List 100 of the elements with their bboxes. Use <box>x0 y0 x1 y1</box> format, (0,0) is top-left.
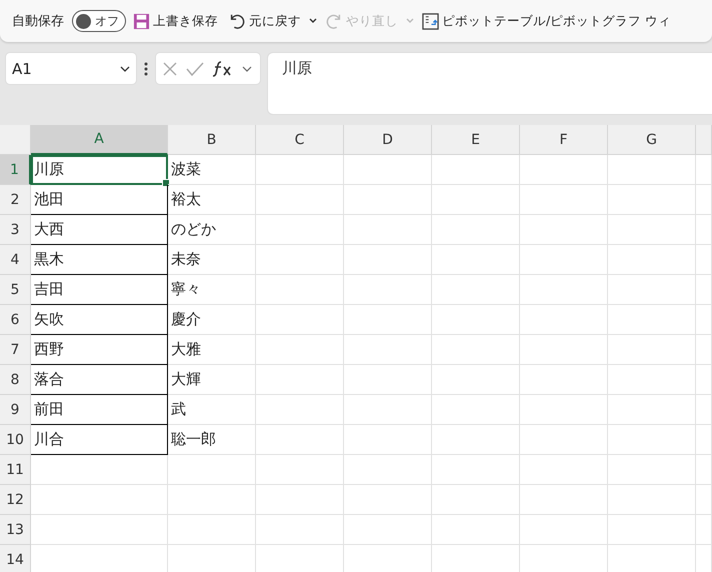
empty-cell[interactable] <box>344 365 432 395</box>
empty-cell[interactable] <box>168 515 256 545</box>
empty-cell[interactable] <box>520 245 608 275</box>
undo-button[interactable]: 元に戻す <box>225 6 304 36</box>
empty-cell[interactable] <box>344 275 432 305</box>
empty-cell[interactable] <box>344 305 432 335</box>
empty-cell[interactable] <box>432 395 520 425</box>
row-header[interactable]: 1 <box>0 155 31 185</box>
empty-cell[interactable] <box>432 275 520 305</box>
empty-cell[interactable] <box>520 425 608 455</box>
empty-cell[interactable] <box>344 515 432 545</box>
empty-cell[interactable] <box>696 425 712 455</box>
empty-cell[interactable] <box>256 305 344 335</box>
empty-cell[interactable] <box>608 455 696 485</box>
empty-cell[interactable] <box>432 455 520 485</box>
empty-cell[interactable] <box>696 485 712 515</box>
row-header[interactable]: 11 <box>0 455 31 485</box>
empty-cell[interactable] <box>432 185 520 215</box>
empty-cell[interactable] <box>344 455 432 485</box>
empty-cell[interactable] <box>696 185 712 215</box>
row-header[interactable]: 6 <box>0 305 31 335</box>
empty-cell[interactable] <box>520 155 608 185</box>
empty-cell[interactable] <box>608 305 696 335</box>
empty-cell[interactable] <box>168 485 256 515</box>
empty-cell[interactable] <box>256 275 344 305</box>
empty-cell[interactable] <box>520 305 608 335</box>
empty-cell[interactable] <box>168 455 256 485</box>
cancel-icon[interactable] <box>162 60 178 76</box>
empty-cell[interactable] <box>256 335 344 365</box>
column-header[interactable] <box>696 125 712 155</box>
empty-cell[interactable] <box>696 515 712 545</box>
row-header[interactable]: 3 <box>0 215 31 245</box>
empty-cell[interactable] <box>608 395 696 425</box>
empty-cell[interactable] <box>344 425 432 455</box>
column-header[interactable]: E <box>432 125 520 155</box>
formula-field[interactable]: 川原 <box>267 52 712 115</box>
empty-cell[interactable] <box>608 365 696 395</box>
empty-cell[interactable] <box>344 395 432 425</box>
empty-cell[interactable] <box>608 515 696 545</box>
row-header[interactable]: 2 <box>0 185 31 215</box>
empty-cell[interactable] <box>344 485 432 515</box>
empty-cell[interactable] <box>608 155 696 185</box>
checkmark-icon[interactable] <box>186 60 204 76</box>
empty-cell[interactable] <box>432 155 520 185</box>
column-header[interactable]: D <box>344 125 432 155</box>
empty-cell[interactable] <box>520 515 608 545</box>
empty-cell[interactable] <box>520 365 608 395</box>
empty-cell[interactable] <box>696 365 712 395</box>
empty-cell[interactable] <box>520 485 608 515</box>
autosave-toggle[interactable]: オフ <box>72 10 126 32</box>
empty-cell[interactable] <box>696 275 712 305</box>
empty-cell[interactable] <box>344 215 432 245</box>
empty-cell[interactable] <box>256 425 344 455</box>
empty-cell[interactable] <box>608 335 696 365</box>
empty-cell[interactable] <box>344 335 432 365</box>
empty-cell[interactable] <box>608 485 696 515</box>
empty-cell[interactable] <box>520 215 608 245</box>
empty-cell[interactable] <box>696 215 712 245</box>
row-header[interactable]: 5 <box>0 275 31 305</box>
empty-cell[interactable] <box>256 455 344 485</box>
column-header[interactable]: G <box>608 125 696 155</box>
empty-cell[interactable] <box>256 215 344 245</box>
empty-cell[interactable] <box>608 215 696 245</box>
empty-cell[interactable] <box>696 335 712 365</box>
empty-cell[interactable] <box>608 245 696 275</box>
empty-cell[interactable] <box>256 245 344 275</box>
row-header[interactable]: 4 <box>0 245 31 275</box>
empty-cell[interactable] <box>256 155 344 185</box>
empty-cell[interactable] <box>696 245 712 275</box>
row-header[interactable]: 12 <box>0 485 31 515</box>
fill-handle[interactable] <box>162 179 170 187</box>
row-header[interactable]: 8 <box>0 365 31 395</box>
row-header[interactable]: 10 <box>0 425 31 455</box>
empty-cell[interactable] <box>608 185 696 215</box>
empty-cell[interactable] <box>432 305 520 335</box>
empty-cell[interactable] <box>344 185 432 215</box>
empty-cell[interactable] <box>256 395 344 425</box>
pivot-button[interactable]: ピボットテーブル/ピボットグラフ ウィ <box>419 6 674 36</box>
row-header[interactable]: 14 <box>0 545 31 572</box>
empty-cell[interactable] <box>520 455 608 485</box>
empty-cell[interactable] <box>256 185 344 215</box>
row-header[interactable]: 7 <box>0 335 31 365</box>
empty-cell[interactable] <box>520 185 608 215</box>
row-header[interactable]: 9 <box>0 395 31 425</box>
empty-cell[interactable] <box>432 215 520 245</box>
empty-cell[interactable] <box>696 305 712 335</box>
column-header[interactable]: F <box>520 125 608 155</box>
empty-cell[interactable] <box>432 485 520 515</box>
empty-cell[interactable] <box>520 335 608 365</box>
empty-cell[interactable] <box>432 335 520 365</box>
row-header[interactable]: 13 <box>0 515 31 545</box>
select-all-corner[interactable] <box>0 125 31 155</box>
empty-cell[interactable] <box>432 245 520 275</box>
more-options-icon[interactable] <box>143 61 149 77</box>
empty-cell[interactable] <box>432 425 520 455</box>
save-button[interactable]: 上書き保存 <box>130 6 221 36</box>
empty-cell[interactable] <box>432 365 520 395</box>
column-header[interactable]: B <box>168 125 256 155</box>
column-header[interactable]: A <box>31 125 168 155</box>
empty-cell[interactable] <box>696 395 712 425</box>
